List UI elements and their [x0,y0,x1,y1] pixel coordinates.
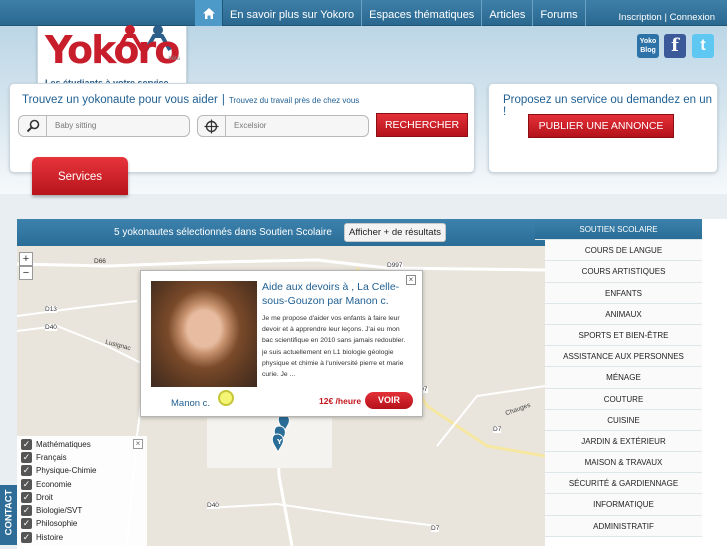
subject-filter-panel: × ✓ Mathématiques ✓ Français ✓ Physique-Chi… [17,436,147,546]
checkbox-checked-icon[interactable]: ✓ [21,505,32,516]
home-icon [202,7,215,19]
category-item-assistance[interactable]: ASSISTANCE AUX PERSONNES [545,346,702,368]
category-item-maison[interactable]: MAISON & TRAVAUX [545,452,702,474]
svg-text:Y: Y [276,438,283,446]
category-item-sports[interactable]: SPORTS ET BIEN-ÊTRE [545,324,702,347]
filter-item[interactable]: ✓ Philosophie [21,517,77,530]
category-item-jardin[interactable]: JARDIN & EXTÉRIEUR [545,430,702,453]
road-label: D40 [45,324,57,331]
map-marker-icon[interactable]: Y [269,412,295,456]
price: 12€ /heure [319,396,362,406]
checkbox-checked-icon[interactable]: ✓ [21,452,32,463]
search-icon [26,119,39,133]
filter-item[interactable]: ✓ Physique-Chimie [21,464,96,477]
find-work-link[interactable]: Trouvez du travail près de chez vous [229,96,359,105]
road-label: D7 [431,525,440,532]
account-links: Inscription | Connexion [619,12,715,23]
category-item-cours-de-langue[interactable]: COURS DE LANGUE [545,240,702,262]
nav-articles[interactable]: Articles [482,0,534,26]
category-item-animaux[interactable]: ANIMAUX [545,303,702,325]
contact-tab[interactable]: CONTACT [0,485,17,545]
filter-item[interactable]: ✓ Economie [21,478,72,491]
search-button[interactable]: RECHERCHER [376,113,468,137]
category-item-securite[interactable]: SÉCURITÉ & GARDIENNAGE [545,473,702,495]
category-item-administratif[interactable]: ADMINISTRATIF [545,515,702,537]
user-name[interactable]: Manon c. [171,398,210,409]
filter-item[interactable]: ✓ Mathématiques [21,438,91,451]
checkbox-checked-icon[interactable]: ✓ [21,465,32,476]
link-separator: | [664,12,667,23]
publish-panel: Proposez un service ou demandez en un ! … [488,83,718,173]
category-item-soutien-scolaire[interactable]: SOUTIEN SCOLAIRE [535,219,702,241]
show-more-results-button[interactable]: Afficher + de résultats [344,223,446,242]
filter-item[interactable]: ✓ Droit [21,491,53,504]
service-search-input[interactable]: Baby sitting [18,115,190,137]
category-list: SOUTIEN SCOLAIRE COURS DE LANGUE COURS A… [535,219,702,537]
results-bar: 5 yokonautes sélectionnés dans Soutien S… [17,219,545,246]
location-input[interactable]: Excelsior [197,115,369,137]
filter-item[interactable]: ✓ Histoire [21,531,63,544]
twitter-icon[interactable]: t [692,34,714,58]
inscription-link[interactable]: Inscription [619,12,662,23]
checkbox-checked-icon[interactable]: ✓ [21,439,32,450]
connexion-link[interactable]: Connexion [670,12,715,23]
main-nav: En savoir plus sur Yokoro Espaces thémat… [195,0,586,26]
search-title: Trouvez un yokonaute pour vous aider | Tro… [22,94,360,106]
category-item-informatique[interactable]: INFORMATIQUE [545,494,702,516]
category-item-enfants[interactable]: ENFANTS [545,282,702,304]
view-ad-button[interactable]: VOIR [365,392,413,409]
checkbox-checked-icon[interactable]: ✓ [21,492,32,503]
filter-item[interactable]: ✓ Français [21,451,67,464]
yoko-blog-icon[interactable]: Yoko Blog [637,34,659,58]
close-icon[interactable]: × [133,439,143,449]
road-label: D997 [387,262,403,269]
road-label: D40 [207,502,219,509]
road-label: D66 [94,258,106,265]
top-nav-bar: En savoir plus sur Yokoro Espaces thémat… [0,0,727,26]
publish-ad-button[interactable]: PUBLIER UNE ANNONCE [528,114,674,138]
ad-description: Je me propose d'aider vos enfants à fair… [262,315,406,379]
nav-thematic-spaces[interactable]: Espaces thématiques [362,0,483,26]
zoom-in-button[interactable]: + [19,252,33,266]
results-count: 5 yokonautes sélectionnés dans Soutien S… [114,227,332,238]
crosshair-icon [204,119,219,133]
category-item-menage[interactable]: MÉNAGE [545,367,702,389]
home-button[interactable] [195,0,223,26]
nav-forums[interactable]: Forums [533,0,586,26]
profile-photo[interactable] [151,281,257,387]
filter-item[interactable]: ✓ Biologie/SVT [21,504,82,517]
category-item-cours-artistiques[interactable]: COURS ARTISTIQUES [545,261,702,283]
road-label: D7 [493,426,502,433]
logo-text: Yokoro [45,28,180,72]
checkbox-checked-icon[interactable]: ✓ [21,518,32,529]
result-popup: × Aide aux devoirs à , La Celle-sous-Gou… [140,270,423,417]
category-item-cuisine[interactable]: CUISINE [545,409,702,431]
beta-label: bêta [168,56,180,62]
facebook-icon[interactable]: f [664,34,686,58]
category-item-couture[interactable]: COUTURE [545,388,702,410]
ad-title[interactable]: Aide aux devoirs à , La Celle-sous-Gouzo… [262,280,412,308]
zoom-out-button[interactable]: − [19,266,33,280]
nav-about[interactable]: En savoir plus sur Yokoro [223,0,363,26]
smiley-icon [218,390,234,406]
services-tab[interactable]: Services [32,157,128,195]
checkbox-checked-icon[interactable]: ✓ [21,532,32,543]
road-label: D13 [45,306,57,313]
checkbox-checked-icon[interactable]: ✓ [21,479,32,490]
